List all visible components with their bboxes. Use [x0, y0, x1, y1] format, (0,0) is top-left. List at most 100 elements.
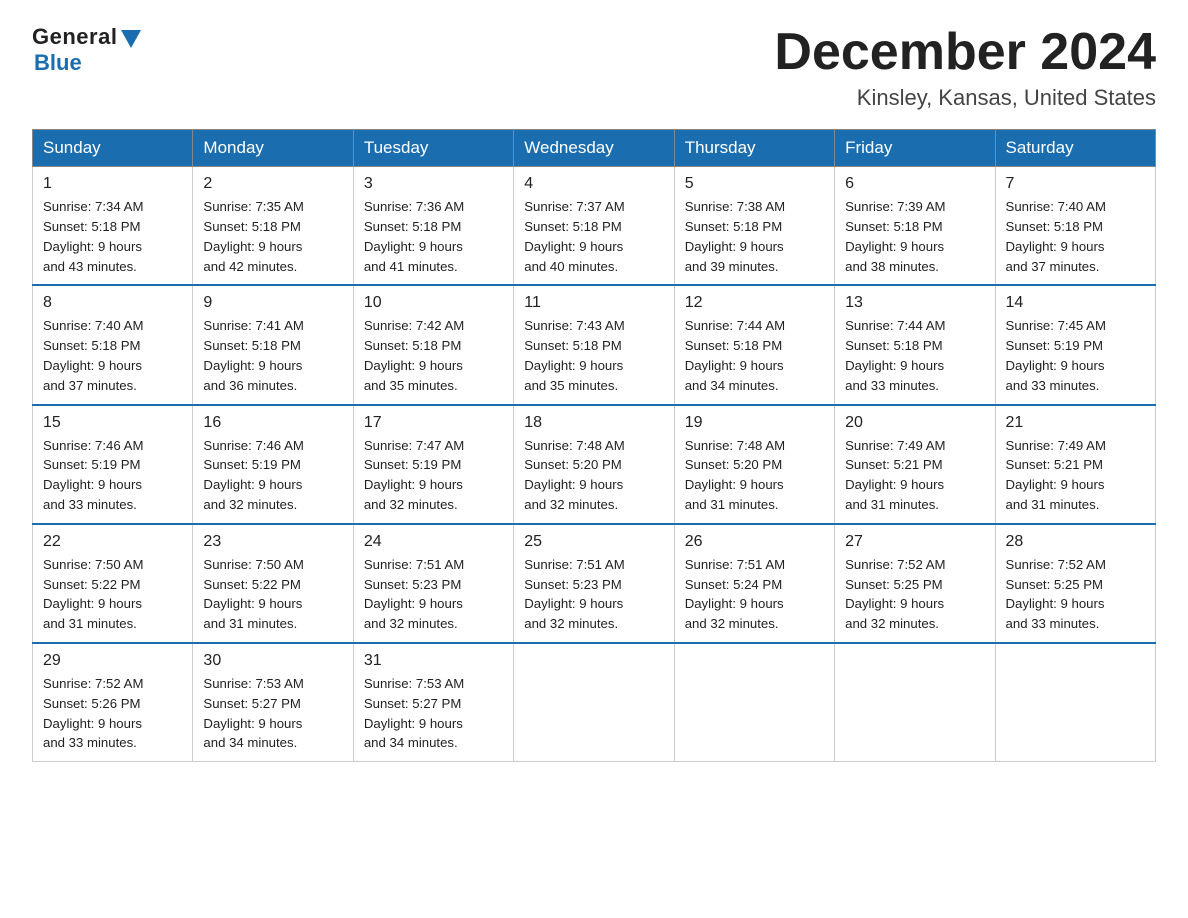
day-number: 15: [43, 414, 182, 432]
table-row: 15 Sunrise: 7:46 AM Sunset: 5:19 PM Dayl…: [33, 405, 193, 524]
month-title: December 2024: [774, 24, 1156, 81]
day-info: Sunrise: 7:35 AM Sunset: 5:18 PM Dayligh…: [203, 197, 342, 276]
day-number: 21: [1006, 414, 1145, 432]
day-info: Sunrise: 7:42 AM Sunset: 5:18 PM Dayligh…: [364, 316, 503, 395]
day-number: 11: [524, 294, 663, 312]
table-row: 11 Sunrise: 7:43 AM Sunset: 5:18 PM Dayl…: [514, 285, 674, 404]
header-thursday: Thursday: [674, 130, 834, 167]
day-number: 18: [524, 414, 663, 432]
day-info: Sunrise: 7:50 AM Sunset: 5:22 PM Dayligh…: [43, 555, 182, 634]
logo-text-general: General: [32, 24, 117, 50]
day-info: Sunrise: 7:52 AM Sunset: 5:26 PM Dayligh…: [43, 674, 182, 753]
day-number: 23: [203, 533, 342, 551]
day-number: 6: [845, 175, 984, 193]
table-row: 3 Sunrise: 7:36 AM Sunset: 5:18 PM Dayli…: [353, 167, 513, 286]
table-row: 8 Sunrise: 7:40 AM Sunset: 5:18 PM Dayli…: [33, 285, 193, 404]
title-area: December 2024 Kinsley, Kansas, United St…: [774, 24, 1156, 111]
day-number: 2: [203, 175, 342, 193]
table-row: 19 Sunrise: 7:48 AM Sunset: 5:20 PM Dayl…: [674, 405, 834, 524]
day-number: 1: [43, 175, 182, 193]
day-info: Sunrise: 7:47 AM Sunset: 5:19 PM Dayligh…: [364, 436, 503, 515]
day-info: Sunrise: 7:48 AM Sunset: 5:20 PM Dayligh…: [524, 436, 663, 515]
day-info: Sunrise: 7:46 AM Sunset: 5:19 PM Dayligh…: [43, 436, 182, 515]
day-number: 17: [364, 414, 503, 432]
table-row: 10 Sunrise: 7:42 AM Sunset: 5:18 PM Dayl…: [353, 285, 513, 404]
table-row: 27 Sunrise: 7:52 AM Sunset: 5:25 PM Dayl…: [835, 524, 995, 643]
header-monday: Monday: [193, 130, 353, 167]
day-info: Sunrise: 7:50 AM Sunset: 5:22 PM Dayligh…: [203, 555, 342, 634]
day-number: 29: [43, 652, 182, 670]
day-info: Sunrise: 7:46 AM Sunset: 5:19 PM Dayligh…: [203, 436, 342, 515]
logo: General Blue: [32, 24, 141, 76]
day-number: 7: [1006, 175, 1145, 193]
day-number: 28: [1006, 533, 1145, 551]
day-number: 5: [685, 175, 824, 193]
table-row: [995, 643, 1155, 762]
table-row: 1 Sunrise: 7:34 AM Sunset: 5:18 PM Dayli…: [33, 167, 193, 286]
table-row: 25 Sunrise: 7:51 AM Sunset: 5:23 PM Dayl…: [514, 524, 674, 643]
day-info: Sunrise: 7:45 AM Sunset: 5:19 PM Dayligh…: [1006, 316, 1145, 395]
day-number: 12: [685, 294, 824, 312]
table-row: 21 Sunrise: 7:49 AM Sunset: 5:21 PM Dayl…: [995, 405, 1155, 524]
day-info: Sunrise: 7:51 AM Sunset: 5:23 PM Dayligh…: [364, 555, 503, 634]
header-wednesday: Wednesday: [514, 130, 674, 167]
day-number: 26: [685, 533, 824, 551]
day-number: 9: [203, 294, 342, 312]
table-row: 22 Sunrise: 7:50 AM Sunset: 5:22 PM Dayl…: [33, 524, 193, 643]
day-info: Sunrise: 7:52 AM Sunset: 5:25 PM Dayligh…: [845, 555, 984, 634]
table-row: [514, 643, 674, 762]
table-row: 18 Sunrise: 7:48 AM Sunset: 5:20 PM Dayl…: [514, 405, 674, 524]
day-number: 14: [1006, 294, 1145, 312]
day-info: Sunrise: 7:44 AM Sunset: 5:18 PM Dayligh…: [685, 316, 824, 395]
header-sunday: Sunday: [33, 130, 193, 167]
calendar-week-row: 1 Sunrise: 7:34 AM Sunset: 5:18 PM Dayli…: [33, 167, 1156, 286]
location-title: Kinsley, Kansas, United States: [774, 85, 1156, 111]
day-info: Sunrise: 7:34 AM Sunset: 5:18 PM Dayligh…: [43, 197, 182, 276]
table-row: 31 Sunrise: 7:53 AM Sunset: 5:27 PM Dayl…: [353, 643, 513, 762]
day-info: Sunrise: 7:48 AM Sunset: 5:20 PM Dayligh…: [685, 436, 824, 515]
day-number: 16: [203, 414, 342, 432]
table-row: 4 Sunrise: 7:37 AM Sunset: 5:18 PM Dayli…: [514, 167, 674, 286]
day-number: 4: [524, 175, 663, 193]
day-info: Sunrise: 7:40 AM Sunset: 5:18 PM Dayligh…: [43, 316, 182, 395]
day-info: Sunrise: 7:43 AM Sunset: 5:18 PM Dayligh…: [524, 316, 663, 395]
calendar-week-row: 29 Sunrise: 7:52 AM Sunset: 5:26 PM Dayl…: [33, 643, 1156, 762]
day-number: 30: [203, 652, 342, 670]
table-row: [674, 643, 834, 762]
day-number: 10: [364, 294, 503, 312]
table-row: 30 Sunrise: 7:53 AM Sunset: 5:27 PM Dayl…: [193, 643, 353, 762]
day-number: 8: [43, 294, 182, 312]
day-number: 3: [364, 175, 503, 193]
logo-text-blue: Blue: [34, 50, 82, 76]
header-tuesday: Tuesday: [353, 130, 513, 167]
table-row: 12 Sunrise: 7:44 AM Sunset: 5:18 PM Dayl…: [674, 285, 834, 404]
day-number: 27: [845, 533, 984, 551]
table-row: 2 Sunrise: 7:35 AM Sunset: 5:18 PM Dayli…: [193, 167, 353, 286]
day-info: Sunrise: 7:41 AM Sunset: 5:18 PM Dayligh…: [203, 316, 342, 395]
day-info: Sunrise: 7:37 AM Sunset: 5:18 PM Dayligh…: [524, 197, 663, 276]
weekday-header-row: Sunday Monday Tuesday Wednesday Thursday…: [33, 130, 1156, 167]
day-number: 19: [685, 414, 824, 432]
header-friday: Friday: [835, 130, 995, 167]
day-info: Sunrise: 7:51 AM Sunset: 5:24 PM Dayligh…: [685, 555, 824, 634]
day-info: Sunrise: 7:51 AM Sunset: 5:23 PM Dayligh…: [524, 555, 663, 634]
logo-triangle-icon: [121, 30, 141, 48]
table-row: 7 Sunrise: 7:40 AM Sunset: 5:18 PM Dayli…: [995, 167, 1155, 286]
table-row: 28 Sunrise: 7:52 AM Sunset: 5:25 PM Dayl…: [995, 524, 1155, 643]
table-row: 6 Sunrise: 7:39 AM Sunset: 5:18 PM Dayli…: [835, 167, 995, 286]
table-row: 9 Sunrise: 7:41 AM Sunset: 5:18 PM Dayli…: [193, 285, 353, 404]
table-row: 5 Sunrise: 7:38 AM Sunset: 5:18 PM Dayli…: [674, 167, 834, 286]
table-row: 29 Sunrise: 7:52 AM Sunset: 5:26 PM Dayl…: [33, 643, 193, 762]
calendar-week-row: 15 Sunrise: 7:46 AM Sunset: 5:19 PM Dayl…: [33, 405, 1156, 524]
table-row: 16 Sunrise: 7:46 AM Sunset: 5:19 PM Dayl…: [193, 405, 353, 524]
day-info: Sunrise: 7:36 AM Sunset: 5:18 PM Dayligh…: [364, 197, 503, 276]
table-row: 24 Sunrise: 7:51 AM Sunset: 5:23 PM Dayl…: [353, 524, 513, 643]
calendar-table: Sunday Monday Tuesday Wednesday Thursday…: [32, 129, 1156, 762]
day-number: 20: [845, 414, 984, 432]
day-info: Sunrise: 7:44 AM Sunset: 5:18 PM Dayligh…: [845, 316, 984, 395]
calendar-week-row: 8 Sunrise: 7:40 AM Sunset: 5:18 PM Dayli…: [33, 285, 1156, 404]
day-info: Sunrise: 7:39 AM Sunset: 5:18 PM Dayligh…: [845, 197, 984, 276]
table-row: 13 Sunrise: 7:44 AM Sunset: 5:18 PM Dayl…: [835, 285, 995, 404]
calendar-week-row: 22 Sunrise: 7:50 AM Sunset: 5:22 PM Dayl…: [33, 524, 1156, 643]
day-info: Sunrise: 7:49 AM Sunset: 5:21 PM Dayligh…: [845, 436, 984, 515]
